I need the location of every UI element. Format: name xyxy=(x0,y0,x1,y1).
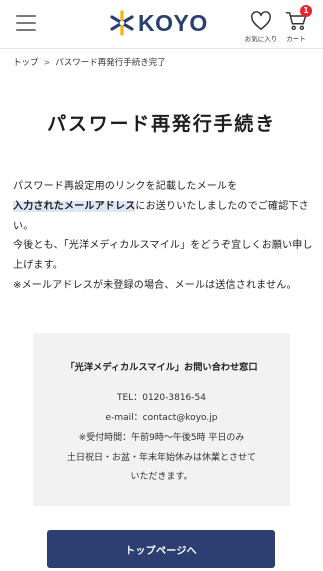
heart-icon xyxy=(251,11,271,30)
logo[interactable]: KOYO xyxy=(109,8,208,38)
cart-button[interactable]: 1 カート xyxy=(280,5,312,43)
message-line-1: パスワード再設定用のリンクを記載したメールを xyxy=(13,181,238,192)
highlighted-email-text: 入力されたメールアドレス xyxy=(13,200,136,212)
contact-hours-2: 土日祝日・お盆・年末年始休みは休業とさせて xyxy=(66,453,256,463)
breadcrumb-current: パスワード再発行手続き完了 xyxy=(55,58,166,68)
contact-title: 「光洋メディカルスマイル」お問い合わせ窓口 xyxy=(65,362,258,373)
top-page-button[interactable]: トップページへ xyxy=(47,530,275,568)
message-line-3: 今後とも、「光洋メディカルスマイル」をどうぞ宜しくお願い申し上げます。 xyxy=(13,240,313,272)
contact-hours-1: ※受付時間：午前9時〜午後5時 平日のみ xyxy=(78,433,245,443)
sparkle-logo-icon xyxy=(110,10,134,36)
brand-name: KOYO xyxy=(138,9,208,36)
header-divider xyxy=(0,48,323,49)
breadcrumb-home-link[interactable]: トップ xyxy=(13,56,39,68)
message-line-2: 入力されたメールアドレスにお送りいたしましたのでご確認下さい。 xyxy=(13,197,313,237)
cart-label: カート xyxy=(286,35,306,43)
breadcrumb-separator: > xyxy=(43,57,51,67)
breadcrumb: トップ > パスワード再発行手続き完了 xyxy=(13,56,166,69)
contact-hours-3: いただきます。 xyxy=(130,472,193,482)
page-title: パスワード再発行手続き xyxy=(47,113,276,135)
cart-count-badge: 1 xyxy=(300,5,312,17)
contact-box: 「光洋メディカルスマイル」お問い合わせ窓口 TEL：0120-3816-54 e… xyxy=(33,333,290,506)
contact-tel: TEL：0120-3816-54 xyxy=(117,393,206,403)
menu-icon[interactable] xyxy=(16,15,36,31)
completion-message: パスワード再設定用のリンクを記載したメールを 入力されたメールアドレスにお送りい… xyxy=(13,177,313,296)
message-line-4: ※メールアドレスが未登録の場合、メールは送信されません。 xyxy=(13,279,297,291)
site-header: KOYO お気に入り 1 カート xyxy=(0,0,323,48)
contact-email: e-mail：contact@koyo.jp xyxy=(105,413,218,423)
